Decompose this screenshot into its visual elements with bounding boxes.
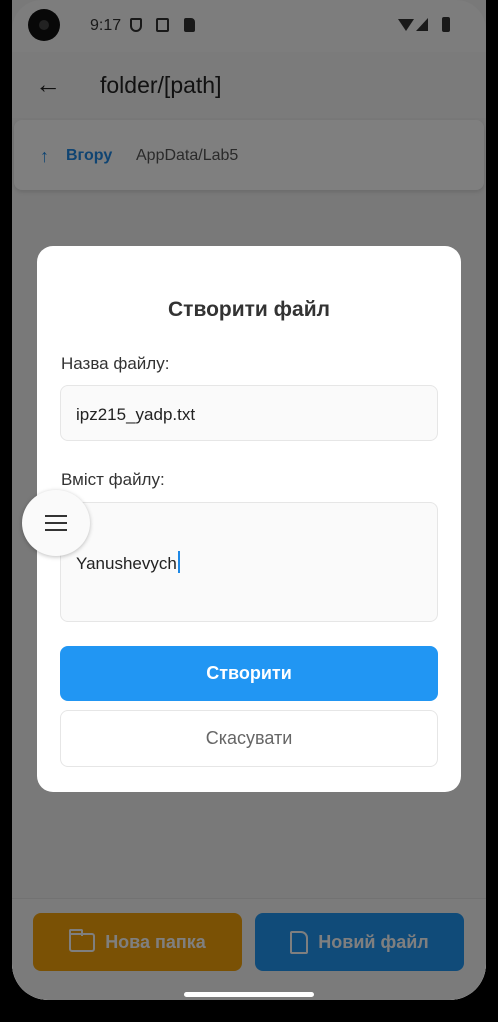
file-content-label: Вміст файлу: [61, 470, 165, 489]
file-content-value: Yanushevych [76, 554, 177, 573]
menu-icon [45, 515, 67, 531]
text-cursor [177, 551, 180, 573]
file-content-input[interactable]: Yanushevych [60, 502, 438, 622]
app-screen: 9:17 ← folder/[path] ↑ Вгору AppData/Lab… [12, 0, 486, 1000]
dialog-title: Створити файл [168, 298, 330, 321]
file-name-value: ipz215_yadp.txt [76, 405, 196, 424]
device-frame: 9:17 ← folder/[path] ↑ Вгору AppData/Lab… [0, 0, 498, 1022]
file-name-input[interactable]: ipz215_yadp.txt [60, 385, 438, 441]
create-button[interactable]: Створити [60, 646, 438, 701]
create-file-dialog: Створити файл Назва файлу: ipz215_yadp.t… [37, 246, 461, 792]
file-name-label: Назва файлу: [61, 354, 170, 373]
cancel-button[interactable]: Скасувати [60, 710, 438, 767]
gesture-nav-handle[interactable] [184, 992, 314, 997]
floating-menu-button[interactable] [22, 490, 90, 556]
